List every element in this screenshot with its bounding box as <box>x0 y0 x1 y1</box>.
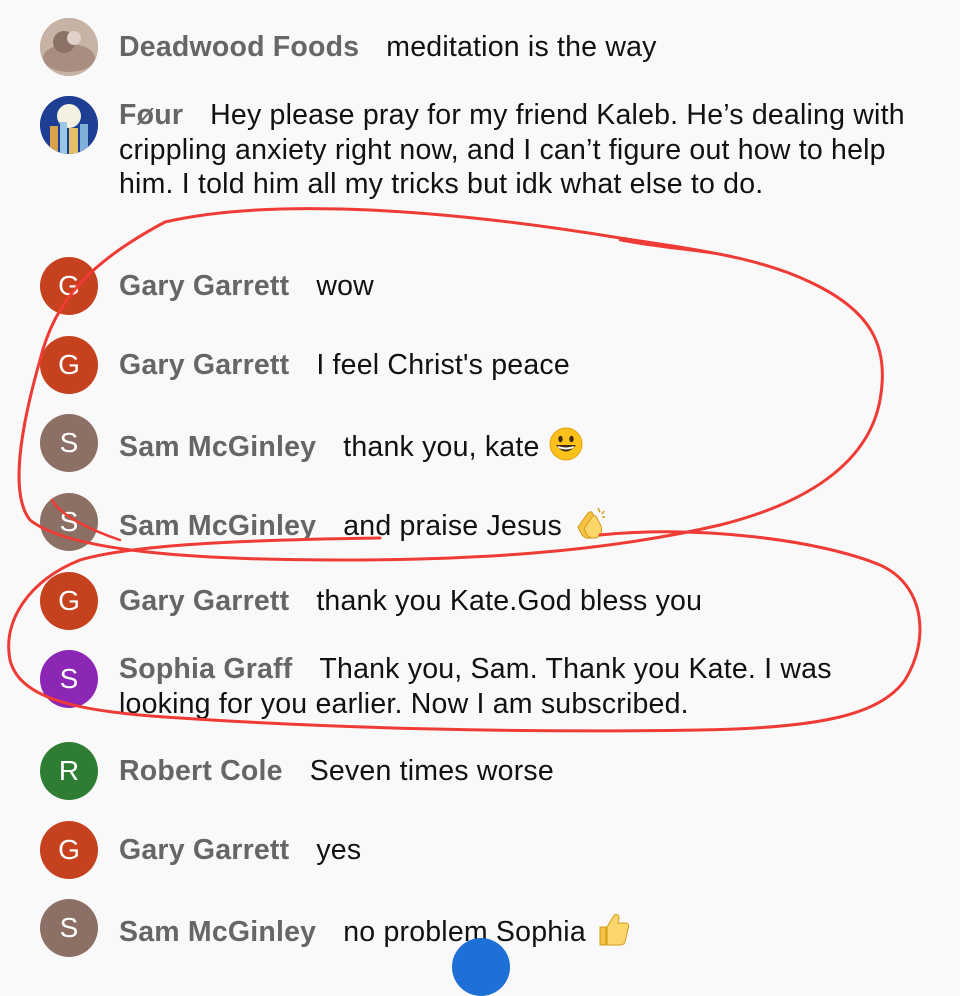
clapping-hands-emoji <box>570 505 610 550</box>
city-night-avatar-icon[interactable] <box>40 96 98 154</box>
thumbs-up-emoji <box>594 911 632 956</box>
message-text: meditation is the way <box>386 31 657 63</box>
avatar-letter: G <box>58 270 80 301</box>
letter-avatar[interactable]: S <box>40 414 98 472</box>
scroll-to-bottom-button[interactable] <box>452 938 510 996</box>
letter-avatar[interactable]: G <box>40 257 98 315</box>
author-name[interactable]: Gary Garrett <box>119 270 289 302</box>
author-name[interactable]: Føur <box>119 99 183 131</box>
message-text: and praise Jesus <box>343 509 562 542</box>
avatar-letter: G <box>58 834 80 865</box>
letter-avatar[interactable]: S <box>40 650 98 708</box>
avatar-letter: G <box>58 349 80 380</box>
author-name[interactable]: Robert Cole <box>119 755 283 787</box>
grinning-face-emoji <box>548 426 584 471</box>
avatar-letter: S <box>59 663 79 694</box>
author-name[interactable]: Deadwood Foods <box>119 31 359 63</box>
message-text: thank you Kate.God bless you <box>316 585 703 617</box>
message-text: Seven times worse <box>309 755 554 787</box>
letter-avatar[interactable]: G <box>40 821 98 879</box>
avatar-letter: S <box>59 427 79 458</box>
avatar-letter: S <box>59 506 79 537</box>
live-chat-list: Deadwood Foods meditation is the way Føur… <box>0 0 960 996</box>
message-text: yes <box>316 834 362 866</box>
letter-avatar[interactable]: S <box>40 493 98 551</box>
letter-avatar[interactable]: S <box>40 899 98 957</box>
author-name[interactable]: Sophia Graff <box>119 653 292 685</box>
avatar-letter: G <box>58 585 80 616</box>
photo-avatar-icon[interactable] <box>40 18 98 76</box>
avatar-letter: R <box>58 755 80 786</box>
author-name[interactable]: Gary Garrett <box>119 349 289 381</box>
letter-avatar[interactable]: G <box>40 336 98 394</box>
message-text: Hey please pray for my friend Kaleb. He’… <box>119 99 905 200</box>
author-name[interactable]: Gary Garrett <box>119 585 289 617</box>
author-name[interactable]: Sam McGinley <box>119 510 316 542</box>
author-name[interactable]: Sam McGinley <box>119 916 316 948</box>
message-text: I feel Christ's peace <box>316 349 570 381</box>
author-name[interactable]: Gary Garrett <box>119 834 289 866</box>
message-text: thank you, kate <box>343 430 540 463</box>
letter-avatar[interactable]: G <box>40 572 98 630</box>
letter-avatar[interactable]: R <box>40 742 98 800</box>
message-text: wow <box>316 270 374 302</box>
author-name[interactable]: Sam McGinley <box>119 431 316 463</box>
avatar-letter: S <box>59 912 79 943</box>
